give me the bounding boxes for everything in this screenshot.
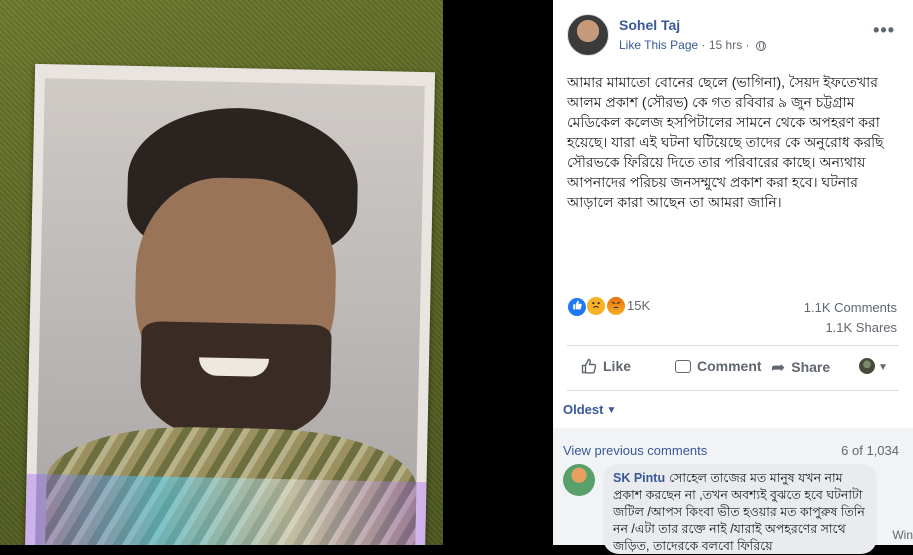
divider (567, 390, 899, 391)
comment-label: Comment (697, 358, 762, 374)
share-button[interactable]: ➦ Share (771, 358, 830, 378)
portrait-smile (198, 357, 270, 377)
thumbs-up-icon (581, 358, 597, 374)
post-header: Sohel Taj Like This Page · 15 hrs · ••• (567, 14, 903, 58)
meta-separator-2: · (742, 38, 753, 52)
post-meta: Like This Page · 15 hrs · (619, 38, 766, 52)
comment-icon (675, 360, 691, 373)
like-reaction-icon (567, 297, 587, 317)
share-icon: ➦ (771, 358, 786, 377)
author-avatar[interactable] (567, 14, 609, 56)
comments-section: View previous comments 6 of 1,034 SK Pin… (553, 428, 913, 554)
post-panel: Sohel Taj Like This Page · 15 hrs · ••• … (553, 0, 913, 554)
reaction-icons[interactable] (567, 296, 626, 317)
divider (567, 345, 899, 346)
sad-reaction-icon (586, 296, 607, 316)
reactions-count[interactable]: 15K (627, 298, 650, 313)
like-label: Like (603, 358, 632, 374)
comments-pager: 6 of 1,034 (841, 443, 899, 458)
angry-reaction-icon (605, 296, 626, 316)
print-glare (24, 473, 427, 545)
comment-author-avatar[interactable] (563, 464, 595, 496)
comment-button[interactable]: Comment (675, 358, 762, 374)
author-name[interactable]: Sohel Taj (619, 17, 680, 33)
shares-count[interactable]: 1.1K Shares (825, 320, 897, 335)
like-button[interactable]: Like (581, 358, 631, 374)
post-time[interactable]: 15 hrs (709, 38, 742, 52)
post-actions: Like Comment ➦ Share ▼ (567, 354, 899, 384)
comment-bubble: SK Pintu সোহেল তাজের মত মানুষ যখন নাম প্র… (603, 464, 877, 554)
reactions-row: 15K 1.1K Comments 1.1K Shares (567, 296, 899, 335)
actor-avatar-icon (859, 358, 875, 374)
sort-label: Oldest (563, 402, 604, 417)
comment-author-name[interactable]: SK Pintu (613, 471, 665, 485)
printed-portrait (24, 63, 436, 545)
caret-down-icon: ▼ (878, 362, 888, 373)
caret-down-icon: ▼ (606, 405, 617, 416)
meta-separator: · (698, 38, 709, 52)
audience-selector[interactable]: ▼ (859, 358, 888, 374)
comments-count[interactable]: 1.1K Comments (804, 300, 897, 315)
more-options-icon[interactable]: ••• (873, 20, 895, 41)
like-page-link[interactable]: Like This Page (619, 38, 698, 52)
view-previous-comments-link[interactable]: View previous comments (563, 443, 707, 458)
share-label: Share (791, 359, 831, 375)
windows-watermark: Win (892, 528, 913, 542)
globe-icon (755, 41, 766, 51)
comment-sort-dropdown[interactable]: Oldest ▼ (563, 402, 616, 417)
post-photo[interactable] (0, 0, 553, 545)
post-text: আমার মামাতো বোনের ছেলে (ভাগিনা), সৈয়দ ই… (567, 74, 884, 210)
